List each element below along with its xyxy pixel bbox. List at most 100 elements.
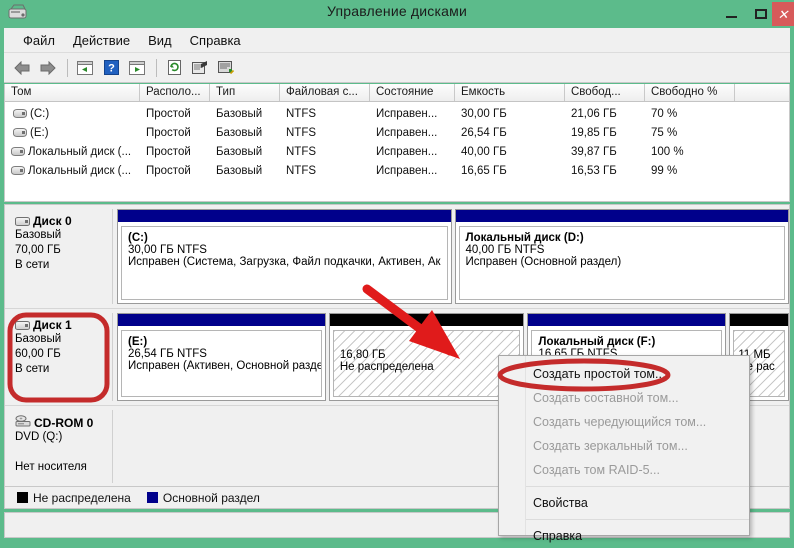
close-button[interactable]: ✕ [772, 2, 794, 26]
cell-type: Базовый [210, 146, 280, 158]
cell-capacity: 26,54 ГБ [455, 127, 565, 139]
toolbar-separator [156, 59, 157, 77]
maximize-button[interactable] [748, 0, 774, 28]
disk-info-0[interactable]: Диск 0 Базовый 70,00 ГБ В сети [9, 209, 113, 304]
cell-type: Базовый [210, 165, 280, 177]
partition-size: 16,80 ГБ [340, 349, 520, 361]
menu-item-help[interactable]: Справка [499, 524, 749, 548]
disk-name: Диск 1 [33, 318, 72, 332]
rescan-disks-icon[interactable] [214, 56, 238, 80]
cell-status: Исправен... [370, 127, 455, 139]
show-action-pane-icon[interactable] [125, 56, 149, 80]
column-header-layout[interactable]: Располо... [140, 84, 210, 101]
disk-size: 60,00 ГБ [15, 347, 112, 362]
disk-icon [15, 217, 30, 226]
cell-free-percent: 99 % [645, 165, 735, 177]
partition-size: 30,00 ГБ NTFS [128, 244, 447, 256]
cell-free: 21,06 ГБ [565, 108, 645, 120]
menu-item-create-raid5-volume: Создать том RAID-5... [499, 458, 749, 482]
disk-info-1[interactable]: Диск 1 Базовый 60,00 ГБ В сети [9, 313, 113, 401]
cell-layout: Простой [140, 108, 210, 120]
disk-info-cdrom[interactable]: CD-ROM 0 DVD (Q:) Нет носителя [9, 410, 113, 483]
cell-status: Исправен... [370, 108, 455, 120]
context-menu-separator [526, 519, 749, 520]
legend-label-primary: Основной раздел [163, 491, 260, 505]
cell-volume: (C:) [30, 108, 49, 120]
partition-title: (E:) [128, 336, 321, 348]
table-row[interactable]: (C:) Простой Базовый NTFS Исправен... 30… [5, 104, 789, 123]
menu-item-view[interactable]: Вид [139, 31, 181, 50]
partition-size: 26,54 ГБ NTFS [128, 348, 321, 360]
column-header-capacity[interactable]: Емкость [455, 84, 565, 101]
cell-type: Базовый [210, 108, 280, 120]
toolbar-separator [67, 59, 68, 77]
partition-status: Исправен (Система, Загрузка, Файл подкач… [128, 256, 447, 268]
menu-item-action[interactable]: Действие [64, 31, 139, 50]
menu-item-create-striped-volume: Создать чередующийся том... [499, 410, 749, 434]
disk-state: В сети [15, 258, 112, 273]
legend-item-unallocated: Не распределена [17, 491, 131, 505]
volume-icon [11, 166, 25, 175]
column-header-type[interactable]: Тип [210, 84, 280, 101]
cell-status: Исправен... [370, 146, 455, 158]
disk-management-window: Управление дисками ✕ Файл Действие Вид С… [0, 0, 794, 546]
refresh-icon[interactable] [162, 56, 186, 80]
forward-icon[interactable] [36, 56, 60, 80]
partition-title [738, 336, 784, 349]
volume-icon [13, 109, 27, 118]
partition-e[interactable]: (E:) 26,54 ГБ NTFS Исправен (Активен, Ос… [117, 313, 326, 401]
partition-color-bar [456, 210, 789, 222]
disk-type: Базовый [15, 332, 112, 347]
context-menu: Создать простой том... Создать составной… [498, 355, 750, 536]
window-title: Управление дисками [0, 3, 794, 19]
help-icon[interactable]: ? [99, 56, 123, 80]
disk-type: Базовый [15, 228, 112, 243]
disk-size: 70,00 ГБ [15, 243, 112, 258]
partition-color-bar [730, 314, 788, 326]
column-header-free[interactable]: Свобод... [565, 84, 645, 101]
back-icon[interactable] [10, 56, 34, 80]
partition-color-bar [330, 314, 524, 326]
cell-layout: Простой [140, 146, 210, 158]
menu-item-file[interactable]: Файл [14, 31, 64, 50]
cell-free: 39,87 ГБ [565, 146, 645, 158]
close-icon: ✕ [778, 8, 789, 21]
partition-color-bar [118, 210, 451, 222]
legend-swatch-primary [147, 492, 158, 503]
partition-c[interactable]: (C:) 30,00 ГБ NTFS Исправен (Система, За… [117, 209, 452, 304]
disk-row-0[interactable]: Диск 0 Базовый 70,00 ГБ В сети (C:) 30,0… [5, 205, 790, 309]
column-header-free-percent[interactable]: Свободно % [645, 84, 735, 101]
volume-list-header: Том Располо... Тип Файловая с... Состоян… [5, 84, 789, 102]
minimize-button[interactable] [718, 0, 744, 28]
partition-title: Локальный диск (F:) [538, 336, 721, 348]
partition-color-bar [118, 314, 325, 326]
partition-title: Локальный диск (D:) [466, 232, 785, 244]
menu-bar: Файл Действие Вид Справка [4, 28, 790, 53]
menu-item-create-mirrored-volume: Создать зеркальный том... [499, 434, 749, 458]
table-row[interactable]: (E:) Простой Базовый NTFS Исправен... 26… [5, 123, 789, 142]
cell-filesystem: NTFS [280, 108, 370, 120]
column-header-status[interactable]: Состояние [370, 84, 455, 101]
show-tree-icon[interactable] [73, 56, 97, 80]
column-header-filesystem[interactable]: Файловая с... [280, 84, 370, 101]
cell-capacity: 40,00 ГБ [455, 146, 565, 158]
table-row[interactable]: Локальный диск (... Простой Базовый NTFS… [5, 161, 789, 180]
partition-status: Не распределена [340, 361, 520, 373]
context-menu-separator [526, 486, 749, 487]
menu-item-create-simple-volume[interactable]: Создать простой том... [499, 362, 749, 386]
column-header-volume[interactable]: Том [5, 84, 140, 101]
partition-d[interactable]: Локальный диск (D:) 40,00 ГБ NTFS Исправ… [455, 209, 790, 304]
menu-item-help[interactable]: Справка [181, 31, 250, 50]
partition-color-bar [528, 314, 725, 326]
partition-status: Исправен (Активен, Основной разде [128, 360, 321, 372]
cell-free: 16,53 ГБ [565, 165, 645, 177]
properties-icon[interactable] [188, 56, 212, 80]
cell-volume: Локальный диск (... [28, 146, 131, 158]
cell-volume: (E:) [30, 127, 49, 139]
partition-unallocated-1[interactable]: 16,80 ГБ Не распределена [329, 313, 525, 401]
table-row[interactable]: Локальный диск (... Простой Базовый NTFS… [5, 142, 789, 161]
menu-item-properties[interactable]: Свойства [499, 491, 749, 515]
disk-name: Диск 0 [33, 214, 72, 228]
disk-state: Нет носителя [15, 460, 112, 475]
partition-status: Исправен (Основной раздел) [466, 256, 785, 268]
